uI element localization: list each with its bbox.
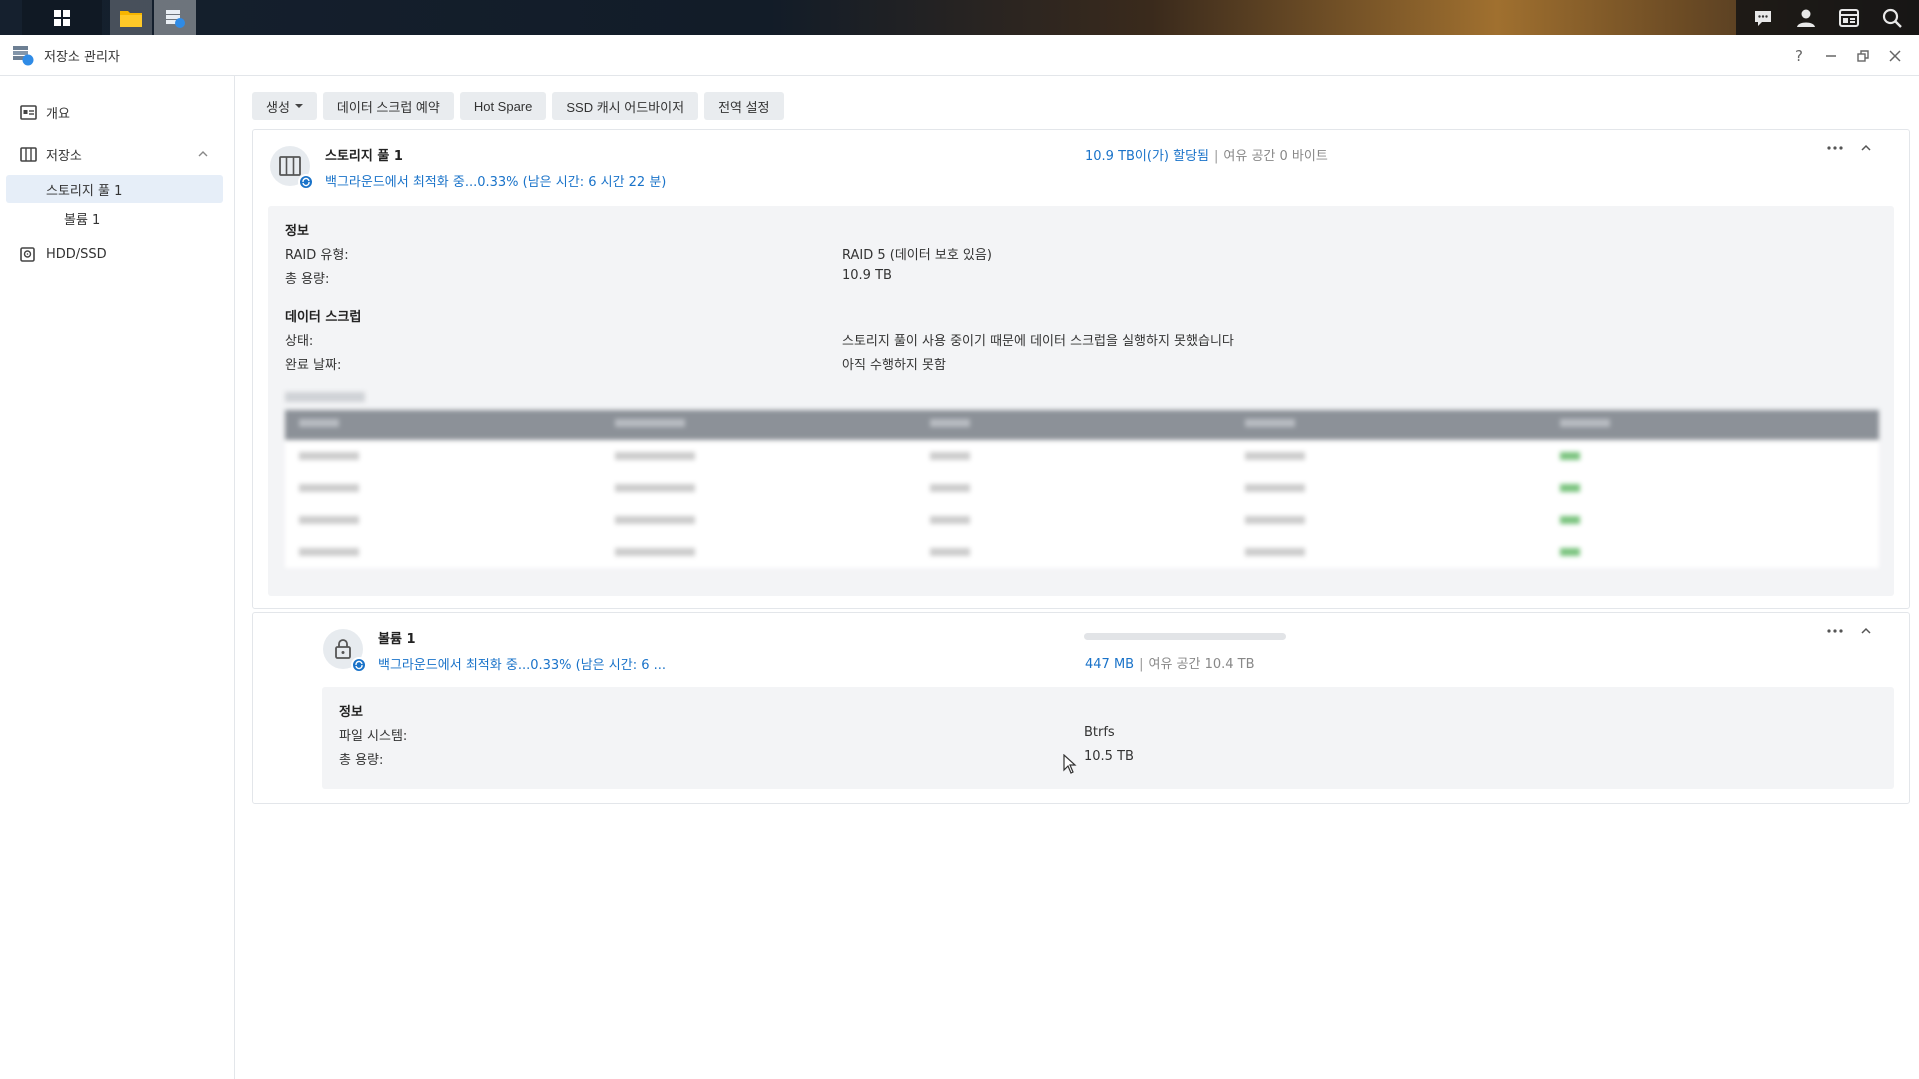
scrub-date-value: 아직 수행하지 못함 [842, 358, 946, 373]
blurred-table-heading [285, 392, 365, 402]
volume-status: 백그라운드에서 최적화 중...0.33% (남은 시간: 6 ... [378, 658, 667, 673]
user-icon[interactable] [1795, 7, 1817, 29]
drive-table-header [285, 410, 1879, 440]
close-icon [1889, 49, 1901, 62]
storage-pool-info-panel: 정보 RAID 유형: RAID 5 (데이터 보호 있음) 총 용량: 10.… [268, 206, 1894, 596]
file-system-label: 파일 시스템: [339, 729, 408, 744]
scrub-status-value: 스토리지 풀이 사용 중이기 때문에 데이터 스크럽을 실행하지 못했습니다 [842, 334, 1234, 349]
sidebar: 개요 저장소 스토리지 풀 1 볼륨 1 HDD/SSD [0, 76, 235, 1079]
sidebar-item-hdd-ssd[interactable]: HDD/SSD [0, 239, 235, 269]
sidebar-item-label: 스토리지 풀 1 [46, 183, 123, 199]
sidebar-item-storage-pool-1[interactable]: 스토리지 풀 1 [6, 175, 223, 203]
volume-icon [323, 629, 367, 673]
storage-app-icon [166, 9, 185, 28]
chevron-up-icon[interactable] [197, 148, 209, 160]
used-space-text: 447 MB [1085, 657, 1135, 672]
scrub-date-label: 완료 날짜: [285, 358, 342, 373]
taskbar-tray [1736, 0, 1919, 35]
mouse-cursor-icon [1063, 753, 1077, 778]
raid-type-label: RAID 유형: [285, 248, 349, 263]
total-capacity-value: 10.9 TB [842, 268, 892, 283]
chat-icon[interactable] [1752, 7, 1774, 29]
storage-pool-status: 백그라운드에서 최적화 중...0.33% (남은 시간: 6 시간 22 분) [325, 175, 667, 190]
app-title: 저장소 관리자 [44, 49, 120, 65]
free-space-text: 여유 공간 0 바이트 [1223, 149, 1328, 164]
scrub-status-label: 상태: [285, 334, 314, 349]
storage-pool-title: 스토리지 풀 1 [325, 149, 403, 164]
disk-icon [20, 246, 35, 262]
storage-icon [20, 146, 37, 162]
usage-separator: | [1139, 657, 1144, 672]
usage-separator: | [1214, 149, 1219, 164]
window-controls: ? [1783, 35, 1911, 76]
drive-info-table-blurred [285, 392, 1879, 572]
chevron-up-icon[interactable] [1860, 142, 1872, 154]
sync-badge-icon [351, 657, 367, 673]
storage-pool-actions [1826, 142, 1872, 154]
create-button-label: 생성 [266, 99, 290, 115]
storage-manager-taskbar-button[interactable] [154, 0, 196, 35]
window-titlebar: 저장소 관리자 ? [0, 35, 1919, 76]
minimize-button[interactable] [1815, 50, 1847, 62]
volume-card: 볼륨 1 백그라운드에서 최적화 중...0.33% (남은 시간: 6 ...… [252, 612, 1910, 804]
restore-button[interactable] [1847, 49, 1879, 62]
volume-actions [1826, 625, 1872, 637]
global-settings-button[interactable]: 전역 설정 [704, 92, 784, 120]
data-scrub-heading: 데이터 스크럽 [285, 310, 362, 325]
grid-icon [54, 9, 70, 26]
total-capacity-label: 총 용량: [285, 272, 330, 287]
file-system-value: Btrfs [1084, 725, 1115, 740]
free-space-text: 여유 공간 10.4 TB [1148, 657, 1255, 672]
chevron-up-icon[interactable] [1860, 625, 1872, 637]
ssd-cache-advisor-button[interactable]: SSD 캐시 어드바이저 [552, 92, 699, 120]
sync-badge-icon [298, 174, 314, 190]
create-button[interactable]: 생성 [252, 92, 317, 120]
folder-icon [120, 10, 142, 27]
sidebar-item-label: 저장소 [46, 148, 82, 164]
sidebar-item-storage[interactable]: 저장소 [0, 139, 235, 169]
volume-usage: 447 MB | 여유 공간 10.4 TB [1085, 653, 1255, 672]
info-heading: 정보 [285, 224, 309, 239]
storage-pool-card: 스토리지 풀 1 백그라운드에서 최적화 중...0.33% (남은 시간: 6… [252, 129, 1910, 609]
restore-icon [1857, 49, 1869, 62]
toolbar: 생성 데이터 스크럽 예약 Hot Spare SSD 캐시 어드바이저 전역 … [252, 92, 784, 120]
storage-pool-usage: 10.9 TB이(가) 할당됨 | 여유 공간 0 바이트 [1085, 145, 1328, 164]
hot-spare-button[interactable]: Hot Spare [459, 92, 547, 120]
sidebar-item-volume-1[interactable]: 볼륨 1 [6, 204, 223, 232]
volume-usage-bar [1084, 633, 1286, 640]
search-icon[interactable] [1881, 7, 1903, 29]
sidebar-item-label: HDD/SSD [46, 246, 107, 262]
overview-icon [20, 104, 37, 120]
file-station-button[interactable] [110, 0, 152, 35]
storage-pool-icon [270, 146, 314, 190]
storage-manager-icon [12, 44, 34, 66]
minimize-icon [1826, 54, 1836, 57]
close-button[interactable] [1879, 49, 1911, 62]
widgets-icon[interactable] [1838, 7, 1860, 29]
drive-table-body [285, 440, 1879, 568]
main-menu-button[interactable] [22, 0, 102, 35]
sidebar-item-label: 개요 [46, 106, 70, 122]
more-options-icon[interactable] [1826, 628, 1844, 634]
sidebar-item-overview[interactable]: 개요 [0, 97, 235, 127]
caret-down-icon [294, 103, 303, 109]
raid-type-value: RAID 5 (데이터 보호 있음) [842, 248, 992, 263]
allocated-text: 10.9 TB이(가) 할당됨 [1085, 149, 1210, 164]
info-heading: 정보 [339, 705, 363, 720]
help-button[interactable]: ? [1783, 47, 1815, 65]
total-capacity-value: 10.5 TB [1084, 749, 1134, 764]
total-capacity-label: 총 용량: [339, 753, 384, 768]
volume-info-panel: 정보 파일 시스템: Btrfs 총 용량: 10.5 TB [322, 687, 1894, 789]
sidebar-item-label: 볼륨 1 [64, 212, 101, 228]
more-options-icon[interactable] [1826, 145, 1844, 151]
volume-title: 볼륨 1 [378, 632, 416, 647]
taskbar [0, 0, 1919, 35]
data-scrub-schedule-button[interactable]: 데이터 스크럽 예약 [322, 92, 454, 120]
